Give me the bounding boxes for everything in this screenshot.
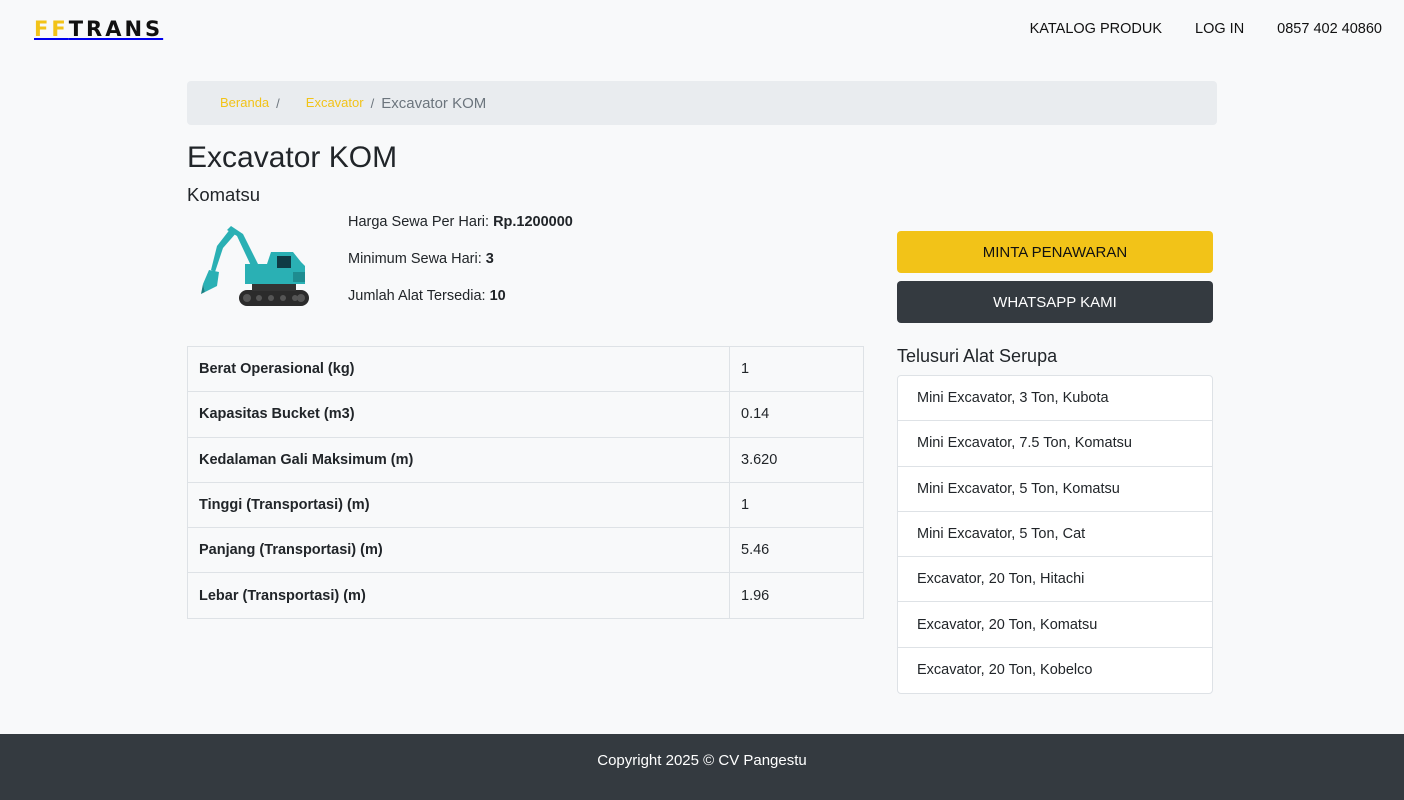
list-item[interactable]: Mini Excavator, 3 Ton, Kubota (898, 376, 1212, 422)
breadcrumb-home[interactable]: Beranda (220, 95, 269, 110)
spec-label: Kedalaman Gali Maksimum (m) (187, 436, 730, 483)
brand-trans: TRANS (68, 17, 164, 41)
price-value: Rp.1200000 (493, 214, 573, 230)
breadcrumb: Beranda / Excavator / Excavator KOM (187, 81, 1217, 125)
breadcrumb-separator: / (370, 95, 375, 111)
breadcrumb-separator: / (276, 95, 280, 111)
footer: Copyright 2025 © CV Pangestu (0, 734, 1404, 800)
nav-link-log-in[interactable]: LOG IN (1195, 21, 1244, 37)
min-days-label: Minimum Sewa Hari: (348, 251, 486, 267)
list-item[interactable]: Excavator, 20 Ton, Komatsu (898, 602, 1212, 648)
list-item[interactable]: Excavator, 20 Ton, Hitachi (898, 557, 1212, 603)
spec-label: Berat Operasional (kg) (187, 345, 730, 393)
list-item[interactable]: Excavator, 20 Ton, Kobelco (898, 648, 1212, 693)
nav-link-phone[interactable]: 0857 402 40860 (1277, 21, 1382, 37)
similar-list: Mini Excavator, 3 Ton, Kubota Mini Excav… (897, 375, 1213, 695)
brand-ff: FF (34, 17, 69, 41)
spec-value: 0.14 (729, 391, 864, 438)
spec-table: Berat Operasional (kg) 1 Kapasitas Bucket… (187, 345, 864, 619)
table-row: Berat Operasional (kg) 1 (187, 345, 864, 393)
spec-value: 3.620 (729, 436, 864, 483)
nav-links: KATALOG PRODUK LOG IN 0857 402 40860 (1030, 21, 1382, 37)
spec-value: 1 (729, 345, 864, 393)
breadcrumb-current: Excavator KOM (381, 94, 487, 112)
whatsapp-button[interactable]: WHATSAPP KAMI (897, 281, 1213, 323)
product-brand: Komatsu (187, 184, 261, 205)
spec-label: Tinggi (Transportasi) (m) (187, 481, 730, 529)
list-item[interactable]: Mini Excavator, 7.5 Ton, Komatsu (898, 421, 1212, 467)
stock-value: 10 (489, 288, 506, 304)
min-days-row: Minimum Sewa Hari: 3 (348, 251, 573, 288)
min-days-value: 3 (485, 251, 494, 267)
spec-value: 1.96 (729, 572, 864, 619)
spec-value: 5.46 (729, 527, 864, 574)
spec-label: Lebar (Transportasi) (m) (187, 572, 730, 619)
page-title: Excavator KOM (187, 141, 398, 174)
spec-label: Kapasitas Bucket (m3) (187, 391, 730, 438)
table-row: Panjang (Transportasi) (m) 5.46 (187, 527, 864, 574)
brand-logo[interactable]: FFTRANS (34, 17, 163, 41)
table-row: Kapasitas Bucket (m3) 0.14 (187, 391, 864, 438)
stock-row: Jumlah Alat Tersedia: 10 (348, 288, 573, 325)
table-row: Kedalaman Gali Maksimum (m) 3.620 (187, 436, 864, 483)
excavator-image (201, 226, 309, 306)
breadcrumb-category[interactable]: Excavator (306, 95, 364, 110)
table-row: Lebar (Transportasi) (m) 1.96 (187, 572, 864, 619)
price-label: Harga Sewa Per Hari: (348, 214, 494, 230)
similar-title: Telusuri Alat Serupa (897, 346, 1058, 366)
table-row: Tinggi (Transportasi) (m) 1 (187, 481, 864, 529)
spec-label: Panjang (Transportasi) (m) (187, 527, 730, 574)
stock-label: Jumlah Alat Tersedia: (348, 288, 490, 304)
request-quote-button[interactable]: MINTA PENAWARAN (897, 231, 1213, 273)
price-row: Harga Sewa Per Hari: Rp.1200000 (348, 214, 573, 251)
spec-value: 1 (729, 481, 864, 529)
list-item[interactable]: Mini Excavator, 5 Ton, Cat (898, 512, 1212, 558)
list-item[interactable]: Mini Excavator, 5 Ton, Komatsu (898, 467, 1212, 512)
nav-link-katalog-produk[interactable]: KATALOG PRODUK (1030, 21, 1162, 37)
navbar: FFTRANS KATALOG PRODUK LOG IN 0857 402 4… (0, 0, 1404, 58)
copyright-text: Copyright 2025 © CV Pangestu (597, 751, 807, 769)
product-info: Harga Sewa Per Hari: Rp.1200000 Minimum … (348, 214, 573, 325)
